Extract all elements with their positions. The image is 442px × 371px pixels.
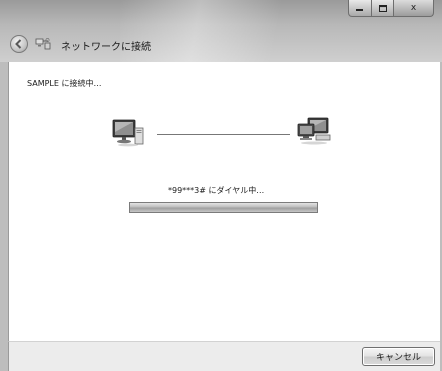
close-icon: x [410,3,417,13]
cancel-button[interactable]: キャンセル [362,347,435,366]
remote-network-icon [294,116,334,146]
maximize-icon [378,4,387,12]
network-connection-icon [35,36,51,50]
progress-fill [130,203,317,212]
maximize-button[interactable] [372,0,394,17]
back-button[interactable] [10,35,28,53]
window-title: ネットワークに接続 [61,42,151,53]
connection-line [157,134,290,135]
back-arrow-icon [15,39,22,49]
local-computer-icon [108,118,148,148]
caption-buttons: x [348,0,434,18]
dialing-progress-bar [129,202,318,213]
minimize-button[interactable] [348,0,372,17]
connect-to-network-window: ネットワークに接続 x SAMPLE に接続中… *99***3# にダイヤル中… [0,0,442,371]
connection-status-text: SAMPLE に接続中… [27,79,102,88]
minimize-icon [356,9,363,11]
close-button[interactable]: x [394,0,434,17]
dialing-status-text: *99***3# にダイヤル中… [168,186,265,195]
